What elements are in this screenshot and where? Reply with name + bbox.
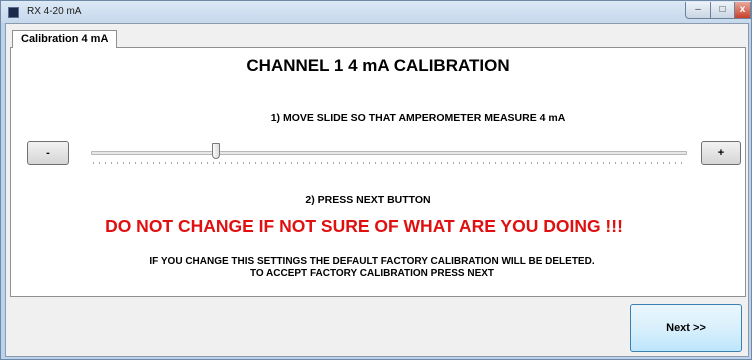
window-title: RX 4-20 mA: [27, 6, 82, 17]
tab-calibration-4ma[interactable]: Calibration 4 mA: [12, 30, 118, 48]
step2-instruction: 2) PRESS NEXT BUTTON: [305, 194, 431, 206]
app-window: RX 4-20 mA – □ x Calibration 4 mA CHANNE…: [0, 0, 752, 360]
footer-bar: Next >>: [6, 300, 748, 356]
slider-ticks: [93, 162, 685, 164]
info-line-2: TO ACCEPT FACTORY CALIBRATION PRESS NEXT: [249, 268, 495, 279]
info-line-1: IF YOU CHANGE THIS SETTINGS THE DEFAULT …: [149, 256, 595, 267]
step1-instruction: 1) MOVE SLIDE SO THAT AMPEROMETER MEASUR…: [270, 112, 566, 124]
client-area: Calibration 4 mA CHANNEL 1 4 mA CALIBRAT…: [5, 23, 749, 357]
tab-page: CHANNEL 1 4 mA CALIBRATION 1) MOVE SLIDE…: [10, 47, 746, 297]
title-bar[interactable]: RX 4-20 mA – □ x: [1, 1, 751, 23]
increase-button[interactable]: +: [701, 141, 741, 165]
page-title: CHANNEL 1 4 mA CALIBRATION: [246, 56, 510, 75]
maximize-icon[interactable]: □: [710, 2, 735, 19]
close-icon[interactable]: x: [734, 2, 751, 19]
minimize-icon[interactable]: –: [685, 2, 711, 19]
next-button[interactable]: Next >>: [630, 304, 742, 352]
slider-thumb[interactable]: [211, 143, 220, 159]
calibration-slider[interactable]: [85, 139, 693, 167]
decrease-button[interactable]: -: [27, 141, 69, 165]
slider-track: [91, 151, 687, 155]
info-text: IF YOU CHANGE THIS SETTINGS THE DEFAULT …: [5, 256, 739, 280]
warning-text: DO NOT CHANGE IF NOT SURE OF WHAT ARE YO…: [105, 216, 623, 236]
app-icon: [8, 7, 19, 18]
